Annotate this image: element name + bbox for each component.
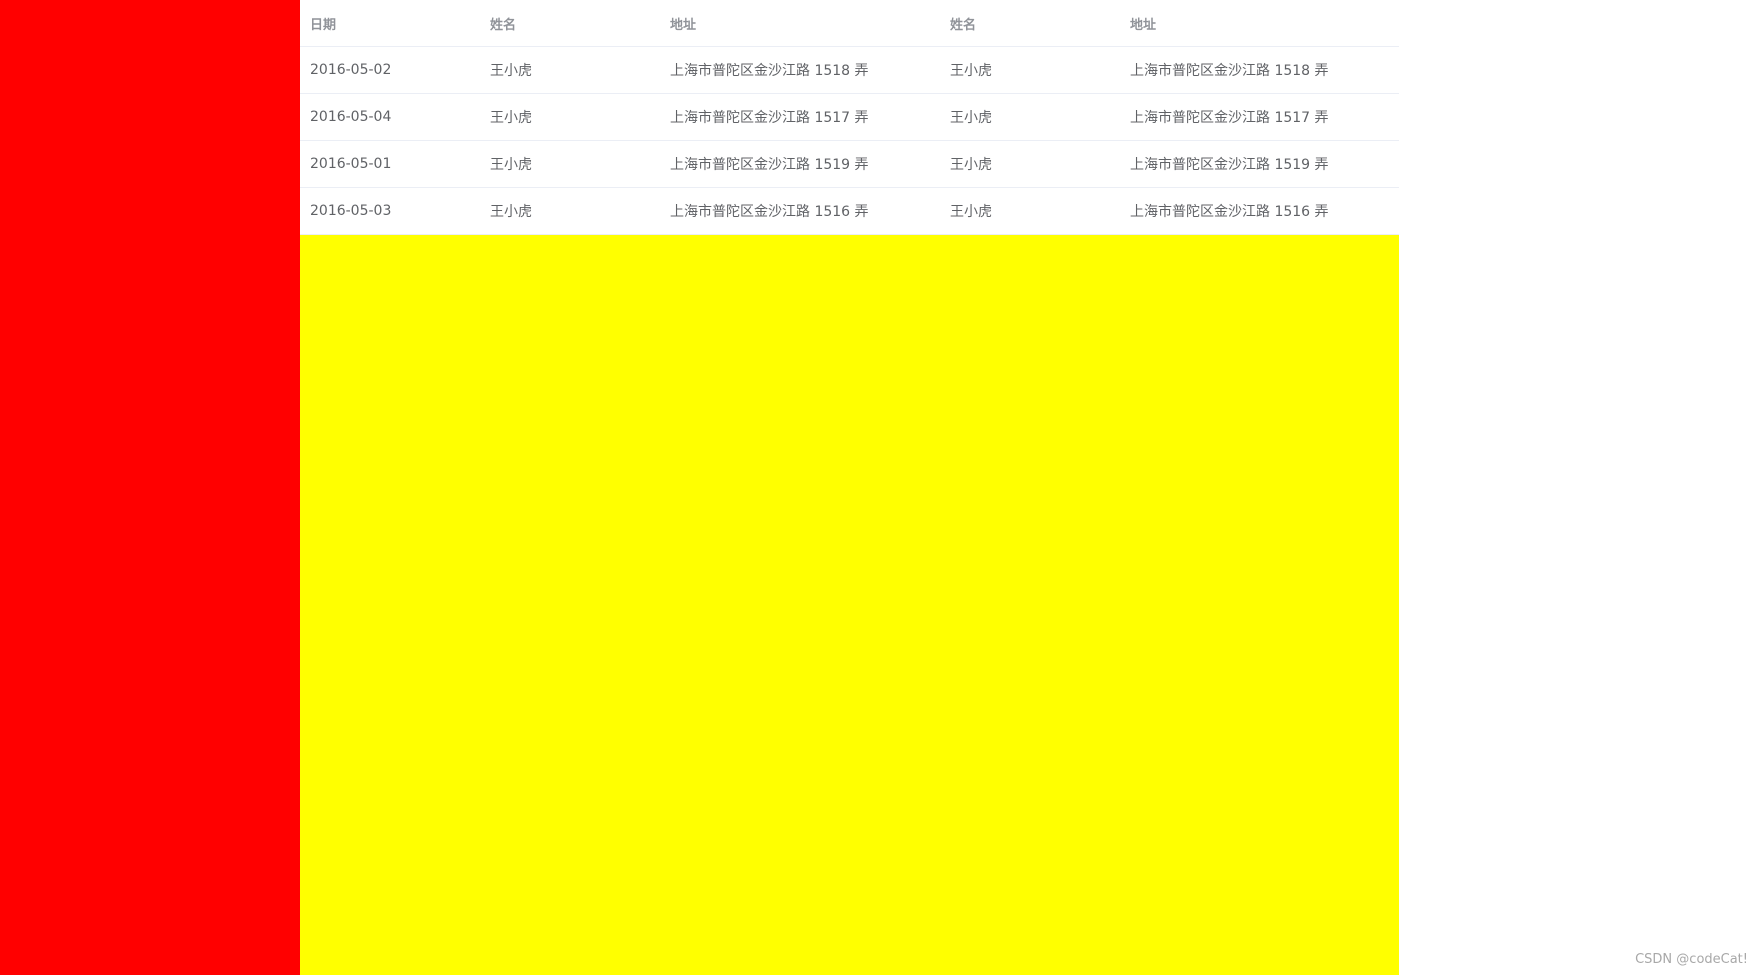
data-table: 日期 姓名 地址 姓名 地址 2016-05-02 王小虎 上海市普陀区金沙江路… [300,0,1399,235]
cell-name-2: 王小虎 [950,110,992,126]
header-cell-name: 姓名 [490,17,517,33]
header-cell-address-2: 地址 [1130,17,1157,33]
cell-address-2: 上海市普陀区金沙江路 1516 弄 [1130,204,1329,220]
header-cell-name-2: 姓名 [950,17,977,33]
cell-date: 2016-05-02 [310,62,392,78]
cell-name: 王小虎 [490,63,532,79]
cell-name: 王小虎 [490,110,532,126]
cell-name-2: 王小虎 [950,204,992,220]
cell-date: 2016-05-04 [310,109,392,125]
cell-address: 上海市普陀区金沙江路 1517 弄 [670,110,869,126]
cell-address-2: 上海市普陀区金沙江路 1517 弄 [1130,110,1329,126]
cell-address: 上海市普陀区金沙江路 1516 弄 [670,204,869,220]
cell-date: 2016-05-01 [310,156,392,172]
cell-address-2: 上海市普陀区金沙江路 1518 弄 [1130,63,1329,79]
cell-name: 王小虎 [490,157,532,173]
cell-date: 2016-05-03 [310,203,392,219]
main-content: 日期 姓名 地址 姓名 地址 2016-05-02 王小虎 上海市普陀区金沙江路… [300,0,1399,975]
table-row: 2016-05-03 王小虎 上海市普陀区金沙江路 1516 弄 王小虎 上海市… [300,188,1399,235]
sidebar-panel [0,0,300,975]
table-header-row: 日期 姓名 地址 姓名 地址 [300,0,1399,47]
watermark-text: CSDN @codeCat! [1635,952,1748,967]
header-cell-address: 地址 [670,17,697,33]
cell-name-2: 王小虎 [950,63,992,79]
table-row: 2016-05-02 王小虎 上海市普陀区金沙江路 1518 弄 王小虎 上海市… [300,47,1399,94]
header-cell-date: 日期 [310,17,337,33]
cell-address: 上海市普陀区金沙江路 1519 弄 [670,157,869,173]
cell-name-2: 王小虎 [950,157,992,173]
table-row: 2016-05-01 王小虎 上海市普陀区金沙江路 1519 弄 王小虎 上海市… [300,141,1399,188]
cell-address: 上海市普陀区金沙江路 1518 弄 [670,63,869,79]
cell-address-2: 上海市普陀区金沙江路 1519 弄 [1130,157,1329,173]
cell-name: 王小虎 [490,204,532,220]
table-row: 2016-05-04 王小虎 上海市普陀区金沙江路 1517 弄 王小虎 上海市… [300,94,1399,141]
